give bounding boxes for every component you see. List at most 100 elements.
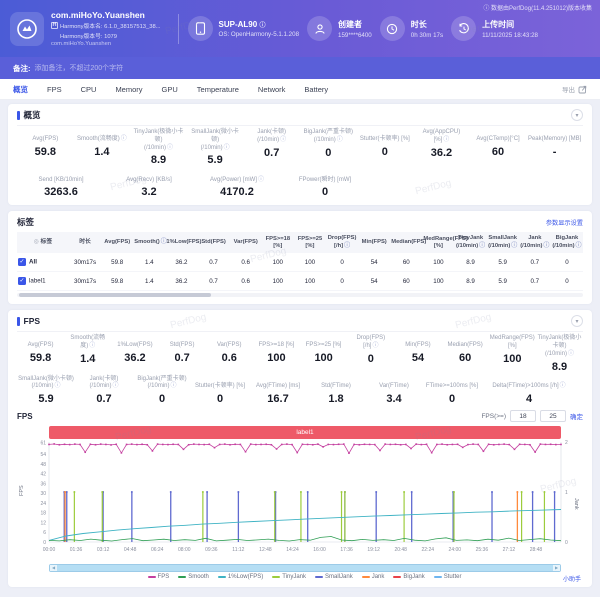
metric: Avg(FTime) [ms]16.7 bbox=[249, 376, 307, 405]
info-icon[interactable]: ⓘ bbox=[121, 136, 127, 142]
table-hscrollbar[interactable] bbox=[17, 293, 583, 297]
metric-label: Avg(FPS) bbox=[18, 335, 63, 350]
table-hscroll-thumb[interactable] bbox=[19, 293, 211, 297]
metric-value: 0 bbox=[301, 147, 356, 159]
legend-item-1%Low(FPS)[interactable]: 1%Low(FPS) bbox=[218, 574, 263, 580]
legend-item-BigJank[interactable]: BigJank bbox=[393, 574, 424, 580]
svg-text:24: 24 bbox=[40, 501, 46, 507]
note-placeholder[interactable]: 添加备注，不超过200个字符 bbox=[35, 63, 124, 73]
info-icon[interactable]: ⓘ bbox=[258, 177, 264, 183]
info-icon[interactable]: ⓘ bbox=[171, 383, 177, 389]
device-info-icon[interactable]: ⓘ bbox=[259, 23, 265, 29]
scroll-right-arrow[interactable]: ▶ bbox=[553, 565, 560, 571]
chart-range-scrollbar[interactable]: ◀ ▶ bbox=[49, 564, 561, 572]
info-icon[interactable]: ⓘ bbox=[372, 343, 378, 349]
legend-item-Stutter[interactable]: Stutter bbox=[434, 574, 462, 580]
metric-value: 0 bbox=[282, 186, 368, 198]
tab-Battery[interactable]: Battery bbox=[304, 85, 328, 94]
tab-CPU[interactable]: CPU bbox=[81, 85, 97, 94]
metric-value: 4 bbox=[482, 393, 576, 405]
tab-Memory[interactable]: Memory bbox=[115, 85, 142, 94]
info-icon[interactable]: ⓘ bbox=[224, 145, 230, 151]
collapse-overview-button[interactable]: ▾ bbox=[571, 109, 583, 121]
legend-item-TinyJank[interactable]: TinyJank bbox=[272, 574, 306, 580]
column-header: Std(FPS) bbox=[198, 232, 230, 253]
tab-Network[interactable]: Network bbox=[258, 85, 286, 94]
export-label[interactable]: 导出 bbox=[562, 84, 575, 94]
info-icon[interactable]: ⓘ bbox=[337, 137, 343, 143]
column-header: FPS>=25 [%] bbox=[294, 232, 326, 253]
threshold-confirm-button[interactable]: 确定 bbox=[570, 411, 583, 421]
tab-Temperature[interactable]: Temperature bbox=[197, 85, 239, 94]
info-icon[interactable]: ⓘ bbox=[89, 343, 95, 349]
scroll-left-arrow[interactable]: ◀ bbox=[50, 565, 57, 571]
row-checkbox[interactable]: ✓ bbox=[18, 277, 26, 285]
table-cell: 5.9 bbox=[487, 272, 519, 291]
svg-text:01:36: 01:36 bbox=[70, 547, 83, 553]
fps-threshold-input-1[interactable] bbox=[510, 410, 536, 422]
helper-link[interactable]: 小助手 bbox=[563, 574, 581, 583]
device-os: OS: OpenHarmony-5.1.1.208 bbox=[219, 31, 299, 38]
note-label: 备注: bbox=[13, 63, 31, 74]
metric-label: Smooth(流畅度)ⓘ bbox=[65, 335, 110, 351]
label1-band[interactable]: label1 bbox=[49, 426, 561, 439]
info-icon[interactable]: ⓘ bbox=[55, 383, 61, 389]
table-row[interactable]: ✓label130m17s59.81.436.20.70.61001000546… bbox=[17, 272, 583, 291]
tab-概览[interactable]: 概览 bbox=[13, 84, 28, 95]
creator-group: 创建者 159****6400 bbox=[307, 16, 372, 41]
legend-item-FPS[interactable]: FPS bbox=[148, 574, 170, 580]
metric-label: Min(FPS) bbox=[395, 335, 440, 350]
info-icon[interactable]: ⓘ bbox=[344, 243, 350, 249]
info-icon[interactable]: ⓘ bbox=[511, 243, 517, 249]
metric-value: 0 bbox=[134, 393, 190, 405]
column-header: TinyJank(/10min)ⓘ bbox=[455, 232, 487, 253]
legend-item-Jank[interactable]: Jank bbox=[362, 574, 385, 580]
legend-item-Smooth[interactable]: Smooth bbox=[178, 574, 209, 580]
info-icon[interactable]: ⓘ bbox=[113, 383, 119, 389]
legend-swatch bbox=[315, 576, 323, 579]
display-settings-link[interactable]: 参数显示设置 bbox=[546, 218, 583, 227]
info-icon[interactable]: ⓘ bbox=[568, 351, 574, 357]
tab-GPU[interactable]: GPU bbox=[162, 85, 178, 94]
metric: Var(FTime)3.4 bbox=[365, 376, 423, 405]
svg-text:04:48: 04:48 bbox=[124, 547, 137, 553]
metric-label: SmallJank(微小卡顿)(/10min)ⓘ bbox=[188, 129, 243, 152]
metric: FPower(瞬时) [mW]0 bbox=[281, 169, 369, 198]
svg-text:12: 12 bbox=[40, 520, 46, 526]
info-icon[interactable]: ⓘ bbox=[576, 243, 582, 249]
tab-FPS[interactable]: FPS bbox=[47, 85, 62, 94]
table-cell: 0.7 bbox=[198, 253, 230, 272]
metric-value: 0 bbox=[424, 393, 480, 405]
info-icon[interactable]: ⓘ bbox=[543, 243, 549, 249]
duration-value: 0h 30m 17s bbox=[411, 32, 443, 39]
fps-chart[interactable]: 61544842363024181260210FPSJank00:0001:36… bbox=[17, 440, 581, 558]
metric-value: 54 bbox=[395, 352, 440, 364]
table-cell: 100 bbox=[294, 253, 326, 272]
svg-text:48: 48 bbox=[40, 462, 46, 468]
collapse-fps-button[interactable]: ▾ bbox=[571, 315, 583, 327]
svg-text:17:36: 17:36 bbox=[340, 547, 353, 553]
metric-label: Delta(FTime)>100ms [/h]ⓘ bbox=[482, 376, 576, 391]
table-row[interactable]: ✓All30m17s59.81.436.20.70.61001000546010… bbox=[17, 253, 583, 272]
info-icon[interactable]: ⓘ bbox=[479, 243, 485, 249]
metric: Var(FPS)0.6 bbox=[206, 335, 253, 364]
column-visibility-icon[interactable]: ◎ bbox=[34, 239, 41, 245]
info-icon[interactable]: ⓘ bbox=[280, 137, 286, 143]
creator-value: 159****6400 bbox=[338, 32, 372, 39]
metric-label: Var(FTime) bbox=[366, 376, 422, 391]
legend-swatch bbox=[218, 576, 226, 579]
duration-label: 时长 bbox=[411, 19, 443, 30]
fps-card: FPS ▾ Avg(FPS)59.8Smooth(流畅度)ⓘ1.41%Low(F… bbox=[8, 310, 592, 587]
info-icon[interactable]: ⓘ bbox=[560, 383, 566, 389]
info-icon[interactable]: ⓘ bbox=[443, 137, 449, 143]
row-checkbox[interactable]: ✓ bbox=[18, 258, 26, 266]
export-icon[interactable] bbox=[578, 85, 587, 94]
fps-threshold-input-2[interactable] bbox=[540, 410, 566, 422]
note-bar[interactable]: 备注: 添加备注，不超过200个字符 bbox=[0, 57, 600, 79]
info-icon[interactable]: ⓘ bbox=[167, 145, 173, 151]
metric: Min(FPS) 54 bbox=[394, 335, 441, 364]
table-cell: 59.8 bbox=[101, 272, 133, 291]
metric: FPS>=25 [%]100 bbox=[300, 335, 347, 364]
upload-time-group: 上传时间 11/11/2025 18:43:28 bbox=[451, 16, 538, 41]
legend-item-SmallJank[interactable]: SmallJank bbox=[315, 574, 353, 580]
